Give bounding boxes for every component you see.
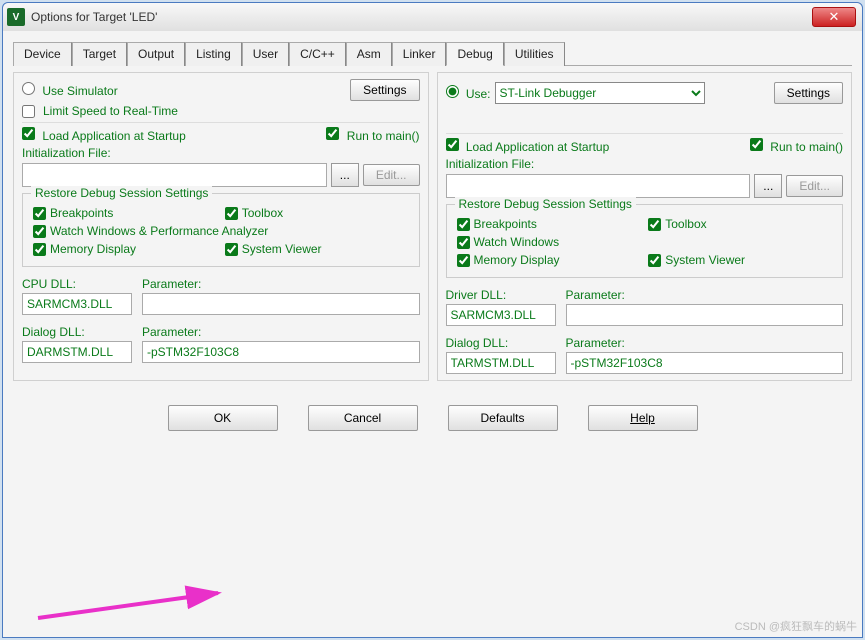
hw-edit-button[interactable]: Edit... [786,175,843,197]
sim-browse-button[interactable]: ... [331,163,359,187]
hw-dialog-param-label: Parameter: [566,336,844,350]
hw-restore-fieldset: Restore Debug Session Settings Breakpoin… [446,204,844,278]
tab-listing[interactable]: Listing [185,42,242,66]
sim-toolbox-checkbox[interactable]: Toolbox [225,206,409,220]
hw-restore-legend: Restore Debug Session Settings [455,197,636,211]
hw-dialog-param-input[interactable] [566,352,844,374]
hw-init-file-label: Initialization File: [446,157,844,171]
hw-init-file-input[interactable] [446,174,751,198]
close-button[interactable]: ✕ [812,7,856,27]
tab-linker[interactable]: Linker [392,42,447,66]
tab-utilities[interactable]: Utilities [504,42,565,66]
dialog-window: V Options for Target 'LED' ✕ DeviceTarge… [2,2,863,638]
cpu-param-label: Parameter: [142,277,420,291]
sim-memory-checkbox[interactable]: Memory Display [33,242,217,256]
sim-dialog-param-label: Parameter: [142,325,420,339]
hw-dialog-dll-label: Dialog DLL: [446,336,556,350]
cpu-dll-label: CPU DLL: [22,277,132,291]
hw-sysviewer-checkbox[interactable]: System Viewer [648,253,832,267]
hw-breakpoints-checkbox[interactable]: Breakpoints [457,217,641,231]
sim-edit-button[interactable]: Edit... [363,164,420,186]
hw-memory-checkbox[interactable]: Memory Display [457,253,641,267]
hw-settings-button[interactable]: Settings [774,82,843,104]
tab-asm[interactable]: Asm [346,42,392,66]
cpu-param-input[interactable] [142,293,420,315]
sim-breakpoints-checkbox[interactable]: Breakpoints [33,206,217,220]
tab-cc[interactable]: C/C++ [289,42,346,66]
simulator-panel: Use Simulator Settings Limit Speed to Re… [13,72,429,381]
driver-param-label: Parameter: [566,288,844,302]
ok-button[interactable]: OK [168,405,278,431]
sim-sysviewer-checkbox[interactable]: System Viewer [225,242,409,256]
hw-dialog-dll-input[interactable] [446,352,556,374]
app-icon: V [7,8,25,26]
debugger-select[interactable]: ST-Link Debugger [495,82,705,104]
hw-load-app-checkbox[interactable]: Load Application at Startup [446,138,610,154]
debug-panels: Use Simulator Settings Limit Speed to Re… [13,72,852,381]
tab-output[interactable]: Output [127,42,185,66]
sim-watch-checkbox[interactable]: Watch Windows & Performance Analyzer [33,224,409,238]
hw-toolbox-checkbox[interactable]: Toolbox [648,217,832,231]
sim-run-main-checkbox[interactable]: Run to main() [326,127,419,143]
cancel-button[interactable]: Cancel [308,405,418,431]
tab-bar: DeviceTargetOutputListingUserC/C++AsmLin… [13,41,852,66]
sim-init-file-input[interactable] [22,163,327,187]
window-title: Options for Target 'LED' [31,10,812,24]
hardware-panel: Use: ST-Link Debugger Settings Load Appl… [437,72,853,381]
sim-dialog-param-input[interactable] [142,341,420,363]
sim-restore-fieldset: Restore Debug Session Settings Breakpoin… [22,193,420,267]
driver-dll-label: Driver DLL: [446,288,556,302]
titlebar: V Options for Target 'LED' ✕ [3,3,862,31]
tab-device[interactable]: Device [13,42,72,66]
defaults-button[interactable]: Defaults [448,405,558,431]
hw-browse-button[interactable]: ... [754,174,782,198]
dialog-footer: OK Cancel Defaults Help [13,395,852,441]
annotation-arrow-icon [33,583,233,623]
sim-dialog-dll-input[interactable] [22,341,132,363]
sim-dialog-dll-label: Dialog DLL: [22,325,132,339]
use-simulator-radio[interactable]: Use Simulator [22,82,118,98]
sim-load-app-checkbox[interactable]: Load Application at Startup [22,127,186,143]
help-button[interactable]: Help [588,405,698,431]
sim-init-file-label: Initialization File: [22,146,420,160]
cpu-dll-input[interactable] [22,293,132,315]
hw-watch-checkbox[interactable]: Watch Windows [457,235,641,249]
use-debugger-radio[interactable]: Use: [446,85,491,101]
driver-dll-input[interactable] [446,304,556,326]
sim-restore-legend: Restore Debug Session Settings [31,186,212,200]
tab-target[interactable]: Target [72,42,127,66]
tab-debug[interactable]: Debug [446,42,503,66]
sim-settings-button[interactable]: Settings [350,79,419,101]
hw-run-main-checkbox[interactable]: Run to main() [750,138,843,154]
limit-speed-checkbox[interactable]: Limit Speed to Real-Time [22,104,420,118]
client-area: DeviceTargetOutputListingUserC/C++AsmLin… [3,31,862,637]
driver-param-input[interactable] [566,304,844,326]
tab-user[interactable]: User [242,42,289,66]
